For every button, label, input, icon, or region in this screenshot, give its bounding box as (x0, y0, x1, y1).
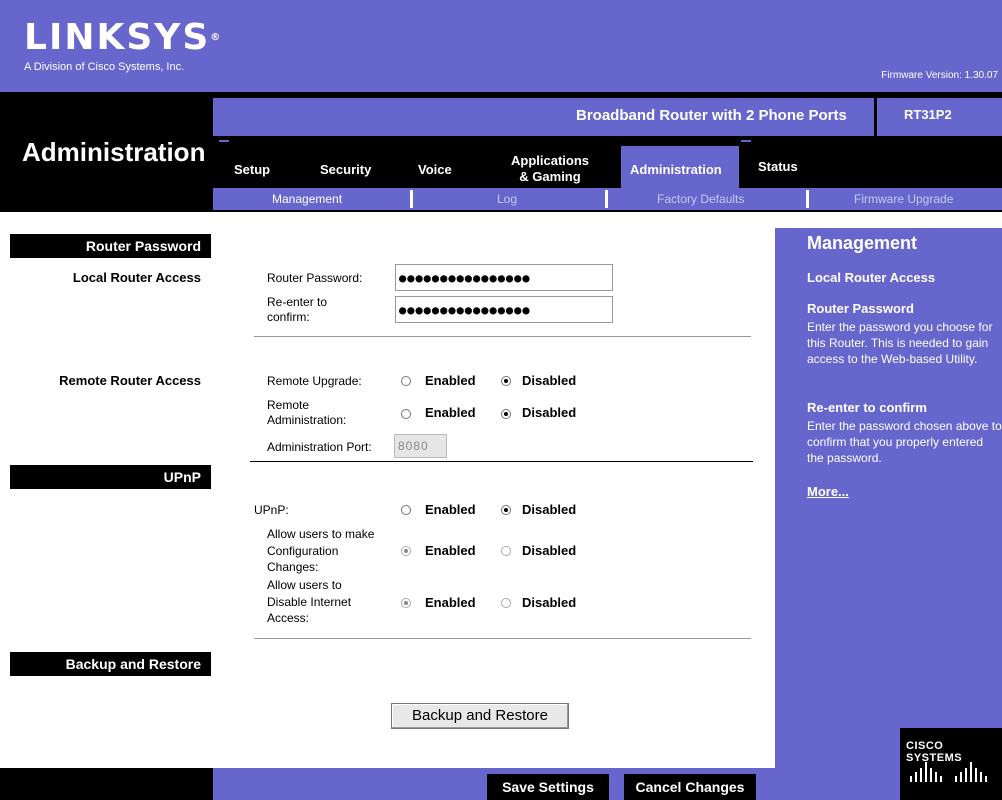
subnav-divider (410, 190, 413, 208)
help-reenter-text: Enter the password chosen above to confi… (807, 419, 1002, 465)
reenter-password-label: Re-enter to confirm: (267, 295, 328, 324)
subnav-divider (806, 190, 809, 208)
help-more-link[interactable]: More... (807, 484, 849, 499)
backup-restore-button[interactable]: Backup and Restore (391, 703, 569, 729)
product-name: Broadband Router with 2 Phone Ports (576, 107, 847, 124)
firmware-version: Firmware Version: 1.30.07 (881, 70, 998, 81)
allow-disable-label: Allow users to Disable Internet Access: (267, 578, 352, 625)
divider (254, 638, 751, 639)
cancel-changes-button[interactable]: Cancel Changes (624, 774, 756, 800)
upnp-enabled-radio[interactable] (401, 505, 411, 515)
help-reenter-head: Re-enter to confirm (807, 400, 927, 415)
allow-config-label: Allow users to make Configuration Change… (267, 527, 375, 574)
tab-administration[interactable]: Administration (621, 146, 739, 188)
tab-voice[interactable]: Voice (418, 162, 452, 177)
upnp-label: UPnP: (254, 503, 289, 517)
allow-config-disabled-label: Disabled (522, 543, 577, 558)
tab-marker (741, 140, 751, 142)
save-settings-button[interactable]: Save Settings (487, 774, 609, 800)
subtab-firmware-upgrade[interactable]: Firmware Upgrade (854, 192, 953, 206)
tab-status[interactable]: Status (758, 159, 798, 174)
subtab-management[interactable]: Management (272, 192, 342, 206)
footer-left (0, 768, 213, 800)
logo-subtitle: A Division of Cisco Systems, Inc. (24, 61, 185, 73)
allow-disable-enabled-label: Enabled (425, 595, 476, 610)
linksys-logo: LINKSYS® (24, 17, 221, 58)
product-divider (874, 98, 877, 136)
tab-administration-label: Administration (630, 162, 722, 177)
remote-admin-enabled-label: Enabled (425, 405, 476, 420)
tab-setup[interactable]: Setup (234, 162, 270, 177)
allow-disable-disabled-label: Disabled (522, 595, 577, 610)
tab-marker (219, 140, 229, 142)
remote-upgrade-label: Remote Upgrade: (267, 374, 362, 388)
label-local-router-access: Local Router Access (72, 270, 201, 285)
remote-admin-disabled-radio[interactable] (501, 409, 511, 419)
section-upnp: UPnP (10, 465, 211, 489)
divider (250, 461, 753, 462)
help-router-password-head: Router Password (807, 301, 914, 316)
help-local-access: Local Router Access (807, 270, 936, 285)
router-password-input[interactable]: ●●●●●●●●●●●●●●●● (395, 264, 613, 291)
admin-port-label: Administration Port: (267, 440, 372, 454)
allow-config-enabled-radio[interactable] (401, 546, 411, 556)
tab-applications-gaming[interactable]: Applications & Gaming (500, 153, 600, 185)
allow-config-disabled-radio[interactable] (501, 546, 511, 556)
remote-upgrade-enabled-label: Enabled (425, 373, 476, 388)
admin-port-input[interactable]: 8080 (394, 434, 447, 458)
subnav-divider (605, 190, 608, 208)
section-backup-restore: Backup and Restore (10, 652, 211, 676)
allow-disable-enabled-radio[interactable] (401, 598, 411, 608)
remote-upgrade-disabled-label: Disabled (522, 373, 577, 388)
remote-upgrade-enabled-radio[interactable] (401, 376, 411, 386)
allow-config-enabled-label: Enabled (425, 543, 476, 558)
remote-admin-enabled-radio[interactable] (401, 409, 411, 419)
page-title: Administration (22, 137, 206, 167)
cisco-bars-icon (910, 762, 987, 782)
help-router-password-text: Enter the password you choose for this R… (807, 320, 993, 366)
help-title: Management (807, 233, 918, 253)
model-number: RT31P2 (904, 107, 952, 122)
reenter-password-input[interactable]: ●●●●●●●●●●●●●●●● (395, 296, 613, 323)
remote-admin-label: Remote Administration: (267, 398, 347, 427)
divider (254, 336, 751, 337)
allow-disable-disabled-radio[interactable] (501, 598, 511, 608)
subtab-log[interactable]: Log (497, 192, 517, 206)
section-router-password: Router Password (10, 234, 211, 258)
subtab-factory-defaults[interactable]: Factory Defaults (657, 192, 744, 206)
upnp-disabled-radio[interactable] (501, 505, 511, 515)
label-remote-router-access: Remote Router Access (59, 373, 201, 388)
tab-security[interactable]: Security (320, 162, 371, 177)
router-password-label: Router Password: (267, 271, 363, 285)
upnp-enabled-label: Enabled (425, 502, 476, 517)
upnp-disabled-label: Disabled (522, 502, 577, 517)
remote-admin-disabled-label: Disabled (522, 405, 577, 420)
remote-upgrade-disabled-radio[interactable] (501, 376, 511, 386)
